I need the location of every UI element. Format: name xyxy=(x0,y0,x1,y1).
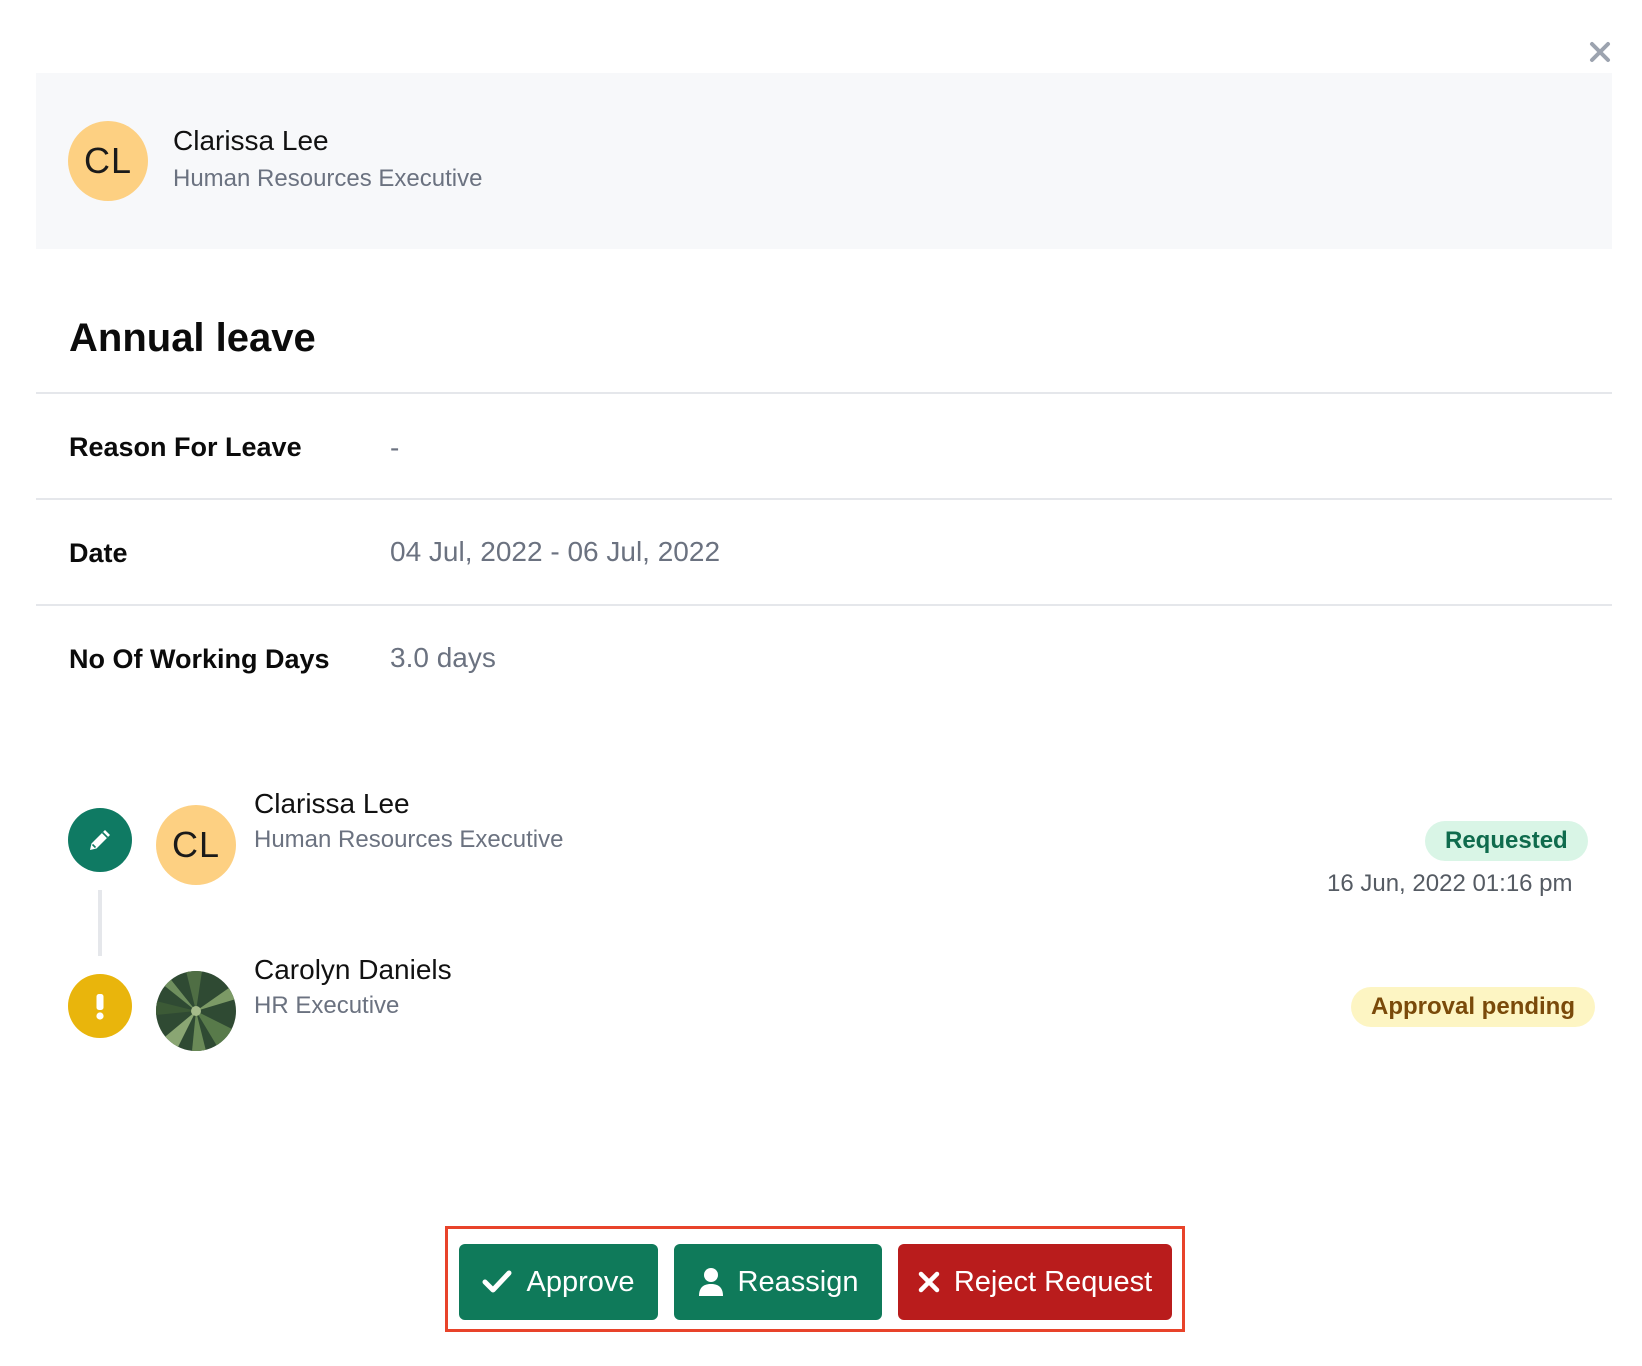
timestamp: 16 Jun, 2022 01:16 pm xyxy=(1327,870,1573,897)
requester-card: CL Clarissa Lee Human Resources Executiv… xyxy=(36,73,1612,249)
reject-label: Reject Request xyxy=(953,1265,1153,1298)
timeline-name: Carolyn Daniels xyxy=(254,954,452,985)
divider xyxy=(36,392,1612,394)
status-badge: Approval pending xyxy=(1351,987,1595,1027)
exclamation-icon xyxy=(68,974,132,1038)
avatar: CL xyxy=(68,121,148,201)
close-icon[interactable] xyxy=(1586,38,1614,66)
timeline-connector xyxy=(98,890,102,956)
date-label: Date xyxy=(69,538,128,568)
reject-request-button[interactable]: Reject Request xyxy=(898,1244,1172,1320)
date-value: 04 Jul, 2022 - 06 Jul, 2022 xyxy=(390,536,721,567)
x-icon xyxy=(918,1271,940,1293)
avatar: CL xyxy=(156,805,236,885)
approve-button[interactable]: Approve xyxy=(459,1244,658,1320)
divider xyxy=(36,498,1612,500)
reassign-label: Reassign xyxy=(737,1265,859,1298)
reassign-button[interactable]: Reassign xyxy=(674,1244,882,1320)
requester-role: Human Resources Executive xyxy=(173,165,483,192)
requester-name: Clarissa Lee xyxy=(173,125,329,156)
working-days-label: No Of Working Days xyxy=(69,644,330,674)
timeline-name: Clarissa Lee xyxy=(254,788,410,819)
approve-label: Approve xyxy=(526,1265,635,1298)
working-days-value: 3.0 days xyxy=(390,642,496,673)
timeline-role: HR Executive xyxy=(254,992,400,1019)
leave-type-title: Annual leave xyxy=(69,316,316,360)
status-badge: Requested xyxy=(1425,821,1588,861)
leave-request-modal: CL Clarissa Lee Human Resources Executiv… xyxy=(0,0,1642,1366)
reason-value: - xyxy=(390,432,400,463)
check-icon xyxy=(482,1270,512,1293)
divider xyxy=(36,604,1612,606)
user-icon xyxy=(698,1268,723,1296)
timeline-role: Human Resources Executive xyxy=(254,826,564,853)
reason-label: Reason For Leave xyxy=(69,432,302,462)
pencil-icon xyxy=(68,808,132,872)
photo-avatar xyxy=(156,971,236,1051)
